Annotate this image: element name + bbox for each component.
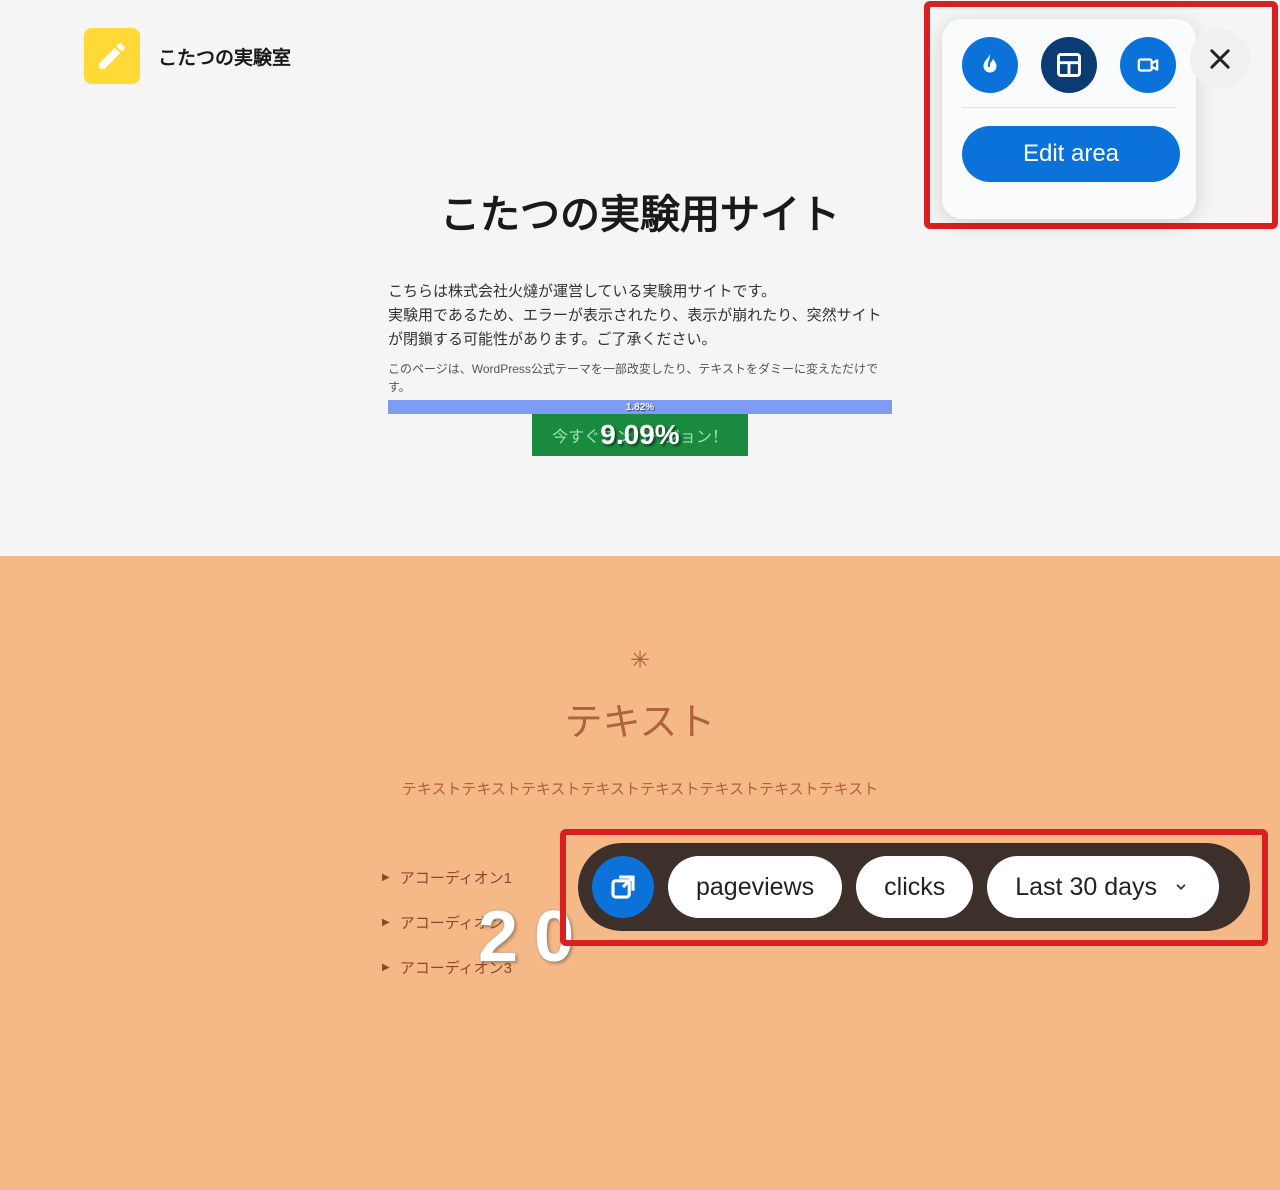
hero-note: このページは、WordPress公式テーマを一部改変したり、テキストをダミーに変… bbox=[388, 360, 892, 396]
chevron-down-icon bbox=[1171, 880, 1191, 894]
close-button[interactable] bbox=[1190, 29, 1250, 89]
external-link-icon bbox=[608, 872, 638, 902]
daterange-pill[interactable]: Last 30 days bbox=[987, 856, 1219, 918]
layout-icon bbox=[1055, 51, 1083, 79]
close-icon bbox=[1206, 45, 1234, 73]
site-logo[interactable] bbox=[84, 28, 140, 84]
ghost-number: 2 0 bbox=[478, 896, 572, 978]
asterisk-icon: ✳ bbox=[0, 646, 1280, 675]
cta-percentage: 9.09% bbox=[600, 419, 679, 451]
clicks-pill[interactable]: clicks bbox=[856, 856, 973, 918]
accordion-item-3[interactable]: アコーディオン3 bbox=[370, 945, 910, 990]
video-button[interactable] bbox=[1120, 37, 1176, 93]
bar-percentage: 1.82% bbox=[626, 402, 654, 413]
site-title[interactable]: こたつの実験室 bbox=[158, 43, 291, 70]
edit-panel: Edit area bbox=[942, 19, 1196, 219]
cta-button-overlay[interactable]: 今すぐコンバージョン！ 9.09% bbox=[532, 414, 748, 456]
video-icon bbox=[1133, 54, 1163, 76]
metrics-bar: pageviews clicks Last 30 days bbox=[578, 843, 1250, 931]
daterange-label: Last 30 days bbox=[1015, 873, 1157, 902]
panel-icon-row bbox=[962, 37, 1176, 108]
edit-area-button[interactable]: Edit area bbox=[962, 126, 1180, 182]
flame-icon bbox=[977, 50, 1003, 80]
section-subtitle: テキストテキストテキストテキストテキストテキストテキストテキスト bbox=[0, 778, 1280, 799]
heatmap-bar[interactable]: 1.82% bbox=[388, 400, 892, 414]
pageviews-pill[interactable]: pageviews bbox=[668, 856, 842, 918]
section-title: テキスト bbox=[0, 691, 1280, 746]
layout-button[interactable] bbox=[1041, 37, 1097, 93]
hero-description-2: 実験用であるため、エラーが表示されたり、表示が崩れたり、突然サイトが閉鎖する可能… bbox=[388, 304, 892, 352]
pencil-icon bbox=[95, 39, 129, 73]
expand-button[interactable] bbox=[592, 856, 654, 918]
edit-panel-highlight: Edit area bbox=[924, 1, 1278, 229]
metrics-bar-highlight: pageviews clicks Last 30 days bbox=[560, 829, 1268, 946]
flame-button[interactable] bbox=[962, 37, 1018, 93]
hero-description-1: こちらは株式会社火燵が運営している実験用サイトです。 bbox=[388, 280, 892, 304]
